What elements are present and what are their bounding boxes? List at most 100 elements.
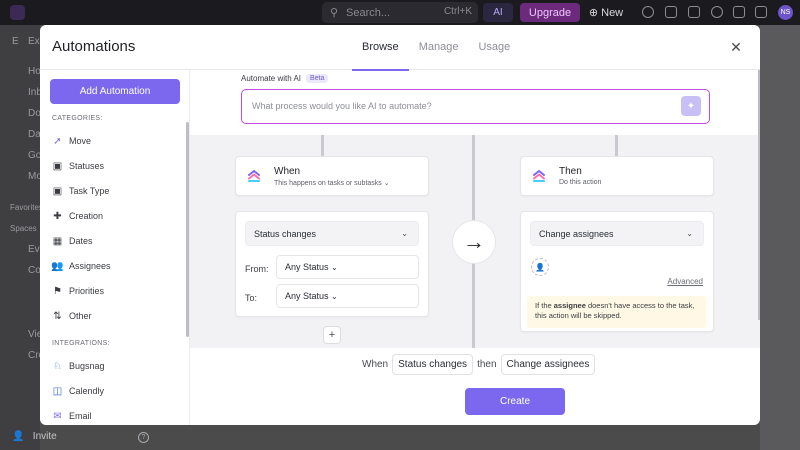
to-label: To: <box>245 293 258 303</box>
video-icon[interactable] <box>688 6 700 18</box>
trigger-select[interactable]: Status changes ⌄ <box>245 221 419 246</box>
action-select[interactable]: Change assignees ⌄ <box>530 221 704 246</box>
integration-label: Calendly <box>69 386 105 396</box>
chevron-down-icon: ⌄ <box>401 229 408 238</box>
warning-bold: assignee <box>553 301 586 310</box>
summary-action-chip: Change assignees <box>500 353 596 375</box>
new-button[interactable]: ⊕ New <box>588 3 624 22</box>
spaces-label: Spaces <box>10 224 37 233</box>
category-label: Move <box>69 136 92 146</box>
category-other[interactable]: ⇅ Other <box>52 308 92 324</box>
bugsnag-icon: ♘ <box>53 360 62 372</box>
connector-line <box>615 135 618 156</box>
from-status-select[interactable]: Any Status ⌄ <box>276 255 419 279</box>
tab-usage[interactable]: Usage <box>468 25 520 70</box>
add-assignee-icon[interactable]: 👤 <box>531 258 549 276</box>
category-label: Assignees <box>69 261 111 271</box>
access-warning: If the assignee doesn't have access to t… <box>527 296 706 328</box>
alarm-icon[interactable] <box>711 6 723 18</box>
builder-panel: Automate with AI Beta ✦ When This happen… <box>190 70 760 425</box>
category-assignees[interactable]: 👥 Assignees <box>51 258 111 274</box>
sidebar-item-home: Ho <box>28 66 41 77</box>
trigger-value: Status changes <box>254 228 317 239</box>
invite-label: Invite <box>32 431 57 442</box>
background-sidebar: E Ex Ho Inb Do Da Go Mo Favorites Spaces… <box>0 25 44 450</box>
automation-summary: When Status changes then Change assignee… <box>362 352 599 376</box>
then-subtitle: Do this action <box>559 179 602 186</box>
integration-email[interactable]: ✉ Email <box>52 408 91 424</box>
check-circle-icon[interactable] <box>642 6 654 18</box>
search-icon: ⚲ <box>330 7 339 19</box>
calendar-icon: ▦ <box>52 235 63 247</box>
category-move[interactable]: ➚ Move <box>52 133 91 149</box>
when-subtitle[interactable]: This happens on tasks or subtasks ⌄ <box>274 179 390 187</box>
to-status-select[interactable]: Any Status ⌄ <box>276 284 419 308</box>
integration-label: Bugsnag <box>69 361 105 371</box>
add-condition-button[interactable]: + <box>323 326 341 344</box>
action-card: Change assignees ⌄ 👤 Advanced If the ass… <box>520 211 714 332</box>
sidebar-item-dashboards: Da <box>28 129 41 140</box>
category-priorities[interactable]: ⚑ Priorities <box>52 283 104 299</box>
trigger-card: Status changes ⌄ From: Any Status ⌄ To: … <box>235 211 429 317</box>
ai-prompt-field[interactable]: ✦ <box>241 89 710 124</box>
tab-browse[interactable]: Browse <box>352 25 409 71</box>
category-label: Task Type <box>69 186 110 196</box>
move-icon: ➚ <box>53 135 62 147</box>
automations-modal: Automations Browse Manage Usage ✕ Add Au… <box>40 25 760 425</box>
advanced-link[interactable]: Advanced <box>667 277 703 286</box>
new-label: New <box>601 6 624 19</box>
when-subtitle-text: This happens on tasks or subtasks <box>274 180 382 187</box>
ai-sparkle-icon[interactable]: ✦ <box>681 96 701 116</box>
tab-manage[interactable]: Manage <box>409 25 469 70</box>
modal-header: Automations Browse Manage Usage ✕ <box>40 25 760 71</box>
upgrade-button[interactable]: Upgrade <box>520 3 580 22</box>
to-value: Any Status <box>285 291 329 301</box>
ai-prompt-input[interactable] <box>242 90 672 122</box>
favorites-label: Favorites <box>10 203 43 212</box>
category-label: Priorities <box>69 286 105 296</box>
category-label: Statuses <box>69 161 105 171</box>
category-scrollbar[interactable] <box>186 122 189 337</box>
integrations-label: INTEGRATIONS: <box>52 340 110 347</box>
create-button[interactable]: Create <box>465 388 565 415</box>
modal-tabs: Browse Manage Usage <box>352 25 520 71</box>
assignees-icon: 👥 <box>51 260 64 272</box>
invite-button[interactable]: 👤 Invite <box>12 431 57 442</box>
add-automation-button[interactable]: Add Automation <box>50 79 180 104</box>
help-icon[interactable]: ? <box>138 432 149 443</box>
summary-then: then <box>477 358 497 370</box>
ai-button[interactable]: AI <box>483 3 513 22</box>
from-value: Any Status <box>285 262 329 272</box>
modal-title: Automations <box>52 38 136 55</box>
close-icon[interactable]: ✕ <box>728 39 744 55</box>
then-card[interactable]: Then Do this action <box>520 156 714 196</box>
workspace-initial: E <box>12 36 19 47</box>
category-statuses[interactable]: ▣ Statuses <box>52 158 104 174</box>
task-type-icon: ▣ <box>52 185 63 197</box>
search-placeholder: Search... <box>346 6 391 19</box>
connector-line <box>321 135 324 156</box>
ai-button-label: AI <box>493 7 503 18</box>
background-main <box>760 25 800 450</box>
clickup-logo-icon <box>248 169 260 182</box>
workspace-label: Ex <box>28 36 40 47</box>
doc-icon[interactable] <box>733 6 745 18</box>
builder-scrollbar[interactable] <box>758 70 760 320</box>
edit-icon[interactable] <box>665 6 677 18</box>
category-label: Other <box>69 311 92 321</box>
integration-bugsnag[interactable]: ♘ Bugsnag <box>52 358 105 374</box>
warning-prefix: If the <box>535 301 554 310</box>
app-logo[interactable] <box>10 5 25 20</box>
category-dates[interactable]: ▦ Dates <box>52 233 93 249</box>
apps-icon[interactable] <box>755 6 767 18</box>
global-search[interactable]: ⚲ Search... Ctrl+K <box>322 2 478 23</box>
when-card[interactable]: When This happens on tasks or subtasks ⌄ <box>235 156 429 196</box>
integration-calendly[interactable]: ◫ Calendly <box>52 383 104 399</box>
category-creation[interactable]: ✚ Creation <box>52 208 103 224</box>
beta-badge: Beta <box>306 74 329 83</box>
user-avatar[interactable]: NS <box>778 5 793 20</box>
summary-when: When <box>362 358 389 370</box>
when-title: When <box>274 166 301 177</box>
category-task-type[interactable]: ▣ Task Type <box>52 183 110 199</box>
space-item-2: Co <box>28 265 41 276</box>
